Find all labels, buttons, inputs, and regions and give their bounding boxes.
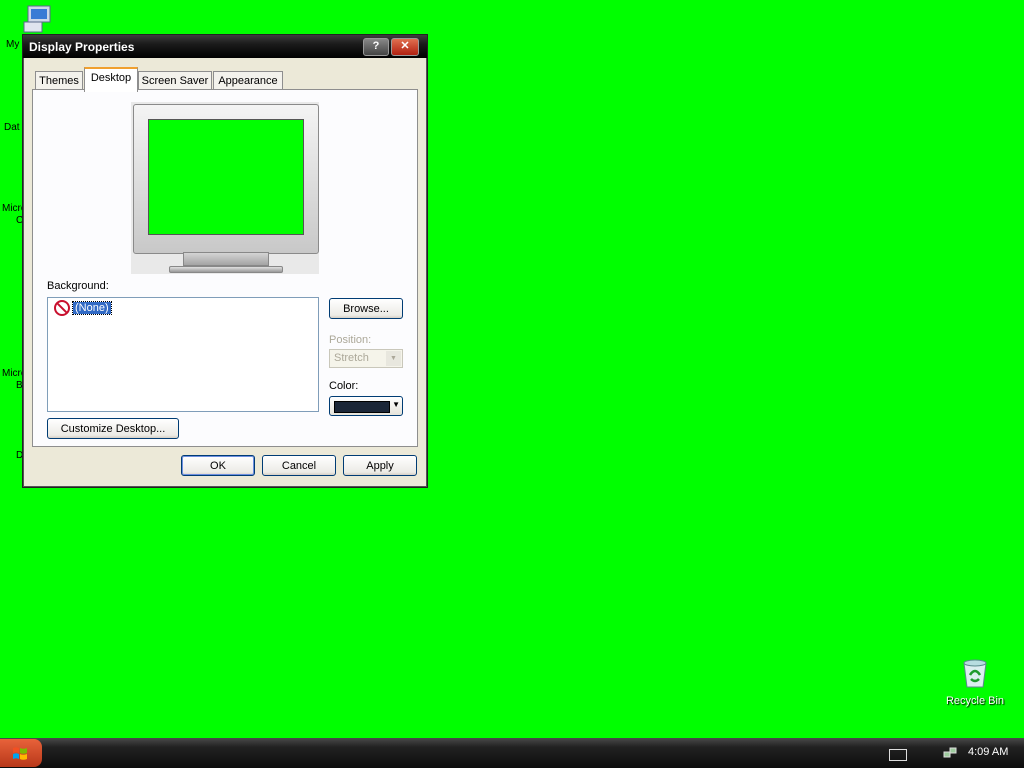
tab-desktop[interactable]: Desktop — [84, 67, 138, 92]
taskbar: 4:09 AM — [0, 738, 1024, 768]
background-listbox[interactable]: (None) — [47, 297, 319, 412]
color-label: Color: — [329, 380, 359, 392]
desktop-tab-panel: Background: (None) Browse... Position: S… — [32, 89, 418, 447]
my-computer-icon[interactable] — [22, 4, 54, 34]
background-label: Background: — [47, 280, 109, 292]
customize-desktop-button[interactable]: Customize Desktop... — [47, 418, 179, 439]
recycle-bin[interactable]: Recycle Bin — [940, 657, 1010, 707]
help-button[interactable]: ? — [363, 38, 389, 56]
monitor-preview — [133, 104, 319, 254]
windows-flag-icon — [13, 747, 27, 760]
clock[interactable]: 4:09 AM — [968, 746, 1008, 758]
chevron-down-icon: ▼ — [392, 400, 400, 409]
list-item[interactable]: (None) — [54, 300, 112, 316]
recycle-bin-icon — [963, 659, 987, 688]
apply-button[interactable]: Apply — [343, 455, 417, 476]
keyboard-icon[interactable] — [889, 749, 907, 761]
recycle-bin-label: Recycle Bin — [945, 695, 1005, 707]
ok-button[interactable]: OK — [181, 455, 255, 476]
network-icon[interactable] — [943, 746, 957, 760]
position-label: Position: — [329, 334, 372, 346]
monitor-screen-preview — [148, 119, 304, 235]
tab-themes[interactable]: Themes — [35, 71, 83, 90]
desktop-icon-label-dat[interactable]: Dat — [4, 122, 20, 133]
display-properties-dialog: Display Properties ? ✕ Themes Desktop Sc… — [22, 34, 428, 488]
position-dropdown[interactable]: Stretch ▼ — [329, 349, 403, 368]
color-swatch — [334, 401, 390, 413]
monitor-stand — [183, 252, 269, 266]
cancel-button[interactable]: Cancel — [262, 455, 336, 476]
title-bar[interactable]: Display Properties ? ✕ — [23, 35, 427, 58]
chevron-down-icon: ▼ — [386, 351, 401, 366]
close-button[interactable]: ✕ — [391, 38, 419, 56]
start-button[interactable] — [0, 739, 42, 767]
dialog-client: Themes Desktop Screen Saver Appearance B… — [26, 59, 424, 484]
tab-appearance[interactable]: Appearance — [213, 71, 283, 90]
background-item-none-label: (None) — [72, 301, 112, 315]
desktop-icon-label-my[interactable]: My — [6, 39, 19, 50]
tab-screen-saver[interactable]: Screen Saver — [138, 71, 212, 90]
position-value: Stretch — [334, 352, 369, 364]
no-entry-icon — [54, 300, 70, 316]
dialog-title: Display Properties — [29, 40, 135, 54]
monitor-base — [169, 266, 283, 273]
browse-button[interactable]: Browse... — [329, 298, 403, 319]
color-picker-button[interactable]: ▼ — [329, 396, 403, 416]
